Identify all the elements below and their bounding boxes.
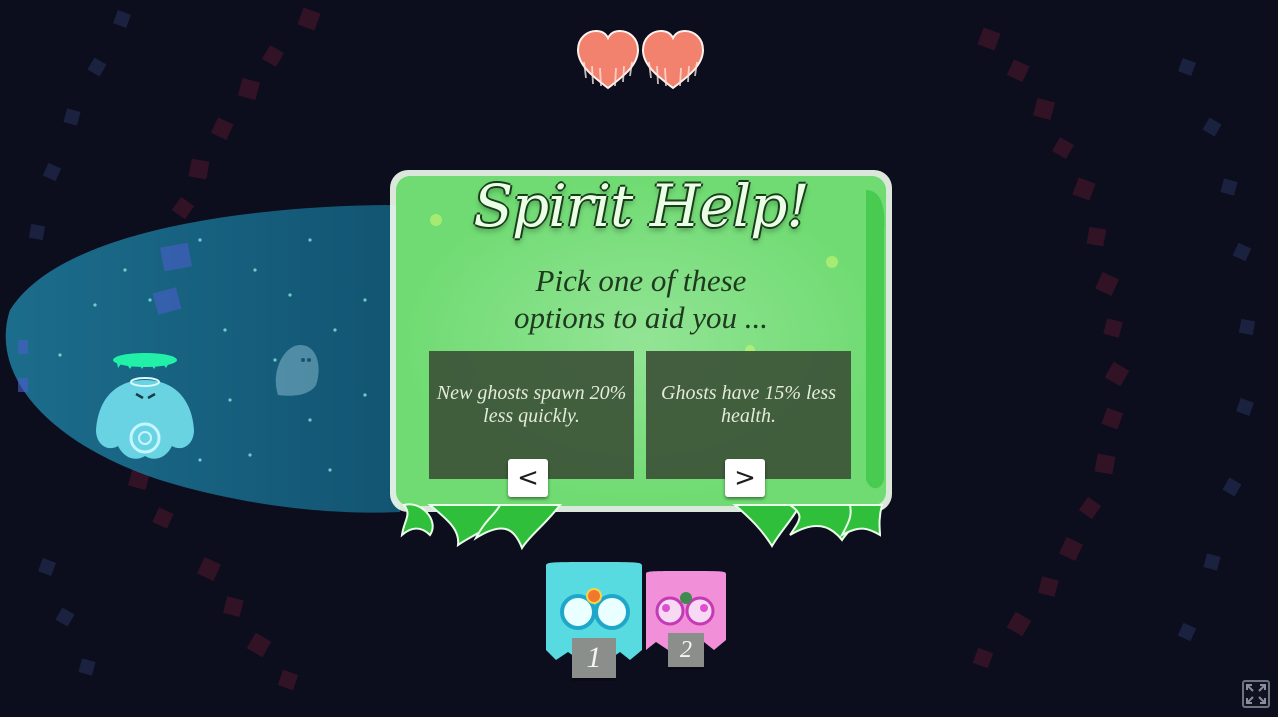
option-1-text: New ghosts spawn 20% less quickly. — [436, 382, 627, 427]
option-2-text: Ghosts have 15% less health. — [661, 382, 836, 427]
prev-option-button[interactable]: < — [508, 459, 548, 497]
subtitle-line-1: Pick one of these — [535, 263, 747, 298]
game-background — [0, 0, 1278, 717]
fullscreen-button[interactable] — [1242, 680, 1270, 708]
next-option-button[interactable]: > — [725, 459, 765, 497]
modal-subtitle: Pick one of these options to aid you ... — [430, 262, 852, 336]
inventory-slot-2-number[interactable]: 2 — [668, 633, 704, 667]
subtitle-line-2: options to aid you ... — [513, 300, 769, 335]
inventory-slot-1-number[interactable]: 1 — [572, 638, 616, 678]
modal-title: Spirit Help! — [473, 172, 809, 240]
fullscreen-icon — [1246, 684, 1266, 704]
